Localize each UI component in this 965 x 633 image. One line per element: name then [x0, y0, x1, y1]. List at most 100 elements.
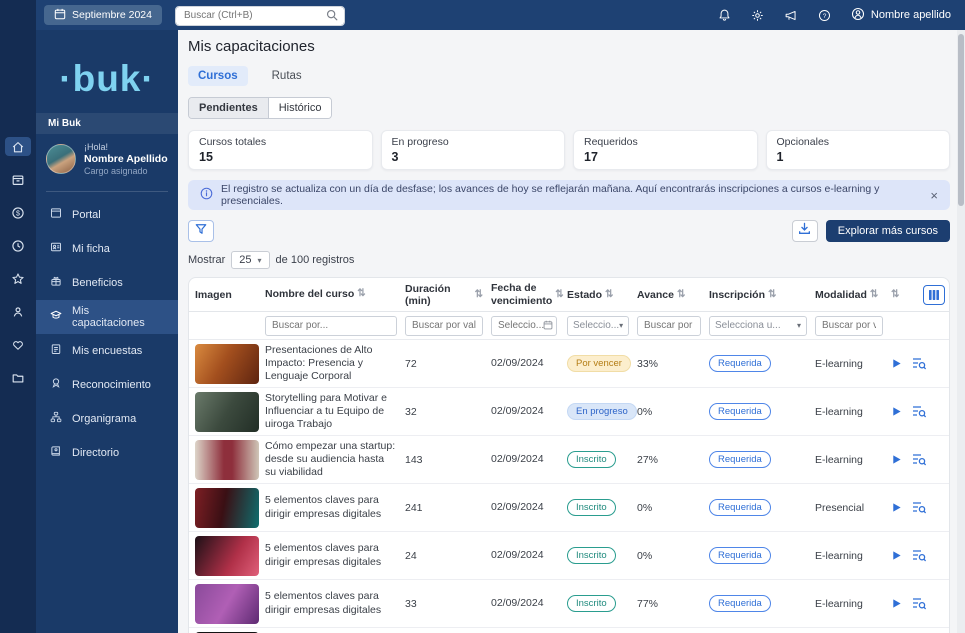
- time-icon[interactable]: [5, 236, 31, 255]
- id-card-icon: [50, 241, 62, 256]
- stat-label: Requeridos: [584, 136, 747, 148]
- search-input[interactable]: [176, 7, 344, 25]
- duracion-filter-input[interactable]: [405, 316, 483, 336]
- courses-table: Imagen Nombre del curso⇅ Duración (min)⇅…: [188, 277, 950, 633]
- recognition-icon[interactable]: [5, 335, 31, 354]
- course-thumbnail: [195, 392, 259, 432]
- filter-button[interactable]: [188, 220, 214, 242]
- chevron-down-icon: ▾: [619, 321, 623, 330]
- detail-button[interactable]: [912, 501, 926, 514]
- detail-button[interactable]: [912, 405, 926, 418]
- play-button[interactable]: [891, 502, 902, 513]
- sidebar-item-organigrama[interactable]: Organigrama: [36, 402, 178, 436]
- header-label: Modalidad: [815, 289, 867, 301]
- course-name: Presentaciones de Alto Impacto: Presenci…: [265, 344, 405, 383]
- play-button[interactable]: [891, 598, 902, 609]
- page-size-select[interactable]: 25 ▾: [231, 251, 269, 269]
- play-button[interactable]: [891, 358, 902, 369]
- stat-en-progreso: En progreso 3: [381, 130, 566, 170]
- sidebar-item-reconocimiento[interactable]: Reconocimiento: [36, 368, 178, 402]
- sidebar-item-mi-ficha[interactable]: Mi ficha: [36, 232, 178, 266]
- enrollment-badge: Requerida: [709, 547, 771, 564]
- stat-label: Opcionales: [777, 136, 940, 148]
- folder-icon[interactable]: [5, 368, 31, 387]
- page-title: Mis capacitaciones: [188, 38, 950, 55]
- table-row: 5 elementos claves para dirigir empresas…: [189, 580, 949, 628]
- header-duracion[interactable]: Duración (min)⇅: [405, 283, 491, 307]
- topbar-actions: ? Nombre apellido: [718, 7, 965, 24]
- detail-button[interactable]: [912, 597, 926, 610]
- play-button[interactable]: [891, 550, 902, 561]
- sort-icon: ⇅: [605, 289, 613, 300]
- course-due-date: 02/09/2024: [491, 597, 567, 609]
- stat-value: 3: [392, 150, 555, 164]
- detail-button[interactable]: [912, 453, 926, 466]
- play-button[interactable]: [891, 406, 902, 417]
- estado-filter-select[interactable]: Seleccio...▾: [567, 316, 629, 336]
- user-menu[interactable]: Nombre apellido: [851, 7, 951, 24]
- sort-icon: ⇅: [891, 289, 899, 300]
- sidebar-item-mis-capacitaciones[interactable]: Mis capacitaciones: [36, 300, 178, 334]
- course-modality: E-learning: [815, 550, 891, 562]
- month-selector[interactable]: Septiembre 2024: [44, 5, 162, 25]
- star-icon[interactable]: [5, 269, 31, 288]
- tab-cursos[interactable]: Cursos: [188, 66, 248, 86]
- status-badge: Por vencer: [567, 355, 631, 372]
- column-settings-button[interactable]: [923, 285, 945, 305]
- download-button[interactable]: [792, 220, 818, 242]
- sidebar-item-mis-encuestas[interactable]: Mis encuestas: [36, 334, 178, 368]
- download-icon: [798, 222, 811, 240]
- header-label: Estado: [567, 289, 602, 301]
- bell-icon[interactable]: [718, 8, 731, 22]
- toggle-pendientes[interactable]: Pendientes: [189, 98, 268, 118]
- course-thumbnail: [195, 344, 259, 384]
- toggle-historico[interactable]: Histórico: [268, 98, 332, 118]
- page-size-row: Mostrar 25 ▾ de 100 registros: [188, 251, 950, 269]
- close-icon[interactable]: ×: [930, 189, 938, 202]
- requests-icon[interactable]: [5, 170, 31, 189]
- course-name: Storytelling para Motivar e Influenciar …: [265, 392, 405, 431]
- controls-right: Explorar más cursos: [792, 220, 950, 242]
- sidebar-section-mi-buk: Mi Buk: [36, 113, 178, 134]
- sidebar-item-beneficios[interactable]: Beneficios: [36, 266, 178, 300]
- nombre-filter-input[interactable]: [265, 316, 397, 336]
- sidebar-item-portal[interactable]: Portal: [36, 198, 178, 232]
- sidebar-item-label: Reconocimiento: [72, 379, 151, 391]
- month-label: Septiembre 2024: [72, 9, 152, 21]
- main-content: Mis capacitaciones Cursos Rutas Pendient…: [178, 30, 957, 633]
- chevron-down-icon: ▾: [797, 321, 801, 330]
- detail-button[interactable]: [912, 357, 926, 370]
- header-estado[interactable]: Estado⇅: [567, 289, 637, 301]
- gear-icon[interactable]: [751, 9, 764, 22]
- home-icon[interactable]: [5, 137, 31, 156]
- stat-label: Cursos totales: [199, 136, 362, 148]
- tabs: Cursos Rutas: [188, 66, 950, 86]
- course-progress: 0%: [637, 406, 709, 418]
- training-icon: [50, 309, 62, 324]
- people-icon[interactable]: [5, 302, 31, 321]
- tab-rutas[interactable]: Rutas: [262, 66, 312, 86]
- help-icon[interactable]: ?: [818, 9, 831, 22]
- header-label: Fecha de vencimiento: [491, 282, 552, 306]
- sidebar-item-label: Organigrama: [72, 413, 136, 425]
- modalidad-filter-input[interactable]: [815, 316, 883, 336]
- scrollbar-thumb[interactable]: [958, 34, 964, 206]
- play-button[interactable]: [891, 454, 902, 465]
- header-inscripcion[interactable]: Inscripción⇅: [709, 289, 815, 301]
- sidebar-item-directorio[interactable]: Directorio: [36, 436, 178, 470]
- course-duration: 24: [405, 550, 491, 562]
- course-duration: 72: [405, 358, 491, 370]
- header-nombre[interactable]: Nombre del curso⇅: [265, 288, 405, 301]
- avance-filter-input[interactable]: [637, 316, 701, 336]
- explore-courses-button[interactable]: Explorar más cursos: [826, 220, 950, 242]
- header-avance[interactable]: Avance⇅: [637, 289, 709, 301]
- global-search: [176, 5, 344, 25]
- payments-icon[interactable]: $: [5, 203, 31, 222]
- inscripcion-filter-select[interactable]: Selecciona u...▾: [709, 316, 807, 336]
- header-fecha[interactable]: Fecha de vencimiento⇅: [491, 282, 567, 306]
- megaphone-icon[interactable]: [784, 9, 798, 22]
- header-modalidad[interactable]: Modalidad⇅: [815, 289, 891, 301]
- detail-button[interactable]: [912, 549, 926, 562]
- search-icon: [326, 8, 338, 26]
- enrollment-badge: Requerida: [709, 595, 771, 612]
